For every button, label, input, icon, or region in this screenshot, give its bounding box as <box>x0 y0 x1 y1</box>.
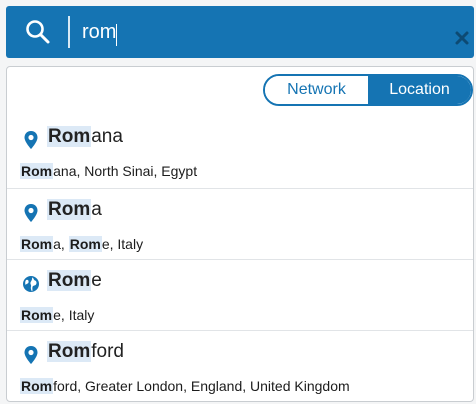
match-highlight: Rom <box>20 236 54 252</box>
result-subtitle: Rome, Italy <box>20 307 94 323</box>
match-highlight: Rom <box>20 378 54 394</box>
subtitle-rest: ford, Greater London, England, United Ki… <box>53 378 350 394</box>
search-divider <box>68 16 70 48</box>
globe-icon <box>22 274 40 294</box>
result-item[interactable]: Romford Romford, Greater London, England… <box>7 330 473 401</box>
location-pin-icon <box>22 345 40 365</box>
search-bar <box>6 6 474 58</box>
text-caret <box>116 24 117 46</box>
result-item[interactable]: Roma Roma, Rome, Italy <box>7 188 473 260</box>
result-item[interactable]: Romana Romana, North Sinai, Egypt <box>7 116 473 188</box>
match-highlight: Rom <box>20 163 54 179</box>
result-title: Rome <box>47 270 102 292</box>
result-item[interactable]: Rome Rome, Italy <box>7 259 473 331</box>
result-subtitle: Romana, North Sinai, Egypt <box>20 163 197 179</box>
search-icon[interactable] <box>24 18 52 46</box>
toggle-location[interactable]: Location <box>368 76 471 104</box>
result-title: Roma <box>47 199 102 221</box>
subtitle-rest: e, Italy <box>101 236 144 252</box>
results-panel: Network Location Romana Romana, North Si… <box>6 66 474 402</box>
subtitle-rest: a, <box>53 236 69 252</box>
title-rest: ford <box>91 341 124 362</box>
match-highlight: Rom <box>68 236 102 252</box>
title-rest: a <box>91 199 102 220</box>
match-highlight: Rom <box>47 270 92 291</box>
title-rest: ana <box>91 126 123 147</box>
subtitle-rest: ana, North Sinai, Egypt <box>53 163 198 179</box>
result-subtitle: Romford, Greater London, England, United… <box>20 378 350 394</box>
result-subtitle: Roma, Rome, Italy <box>20 236 143 252</box>
location-pin-icon <box>22 130 40 150</box>
match-highlight: Rom <box>47 341 92 362</box>
result-title: Romana <box>47 126 123 148</box>
result-title: Romford <box>47 341 124 363</box>
search-input[interactable] <box>82 17 442 47</box>
location-pin-icon <box>22 203 40 223</box>
match-highlight: Rom <box>20 307 54 323</box>
match-highlight: Rom <box>47 126 92 147</box>
title-rest: e <box>91 270 102 291</box>
close-icon[interactable] <box>452 28 472 48</box>
subtitle-rest: e, Italy <box>53 307 95 323</box>
search-type-toggle: Network Location <box>263 74 473 106</box>
match-highlight: Rom <box>47 199 92 220</box>
toggle-network[interactable]: Network <box>265 76 368 104</box>
